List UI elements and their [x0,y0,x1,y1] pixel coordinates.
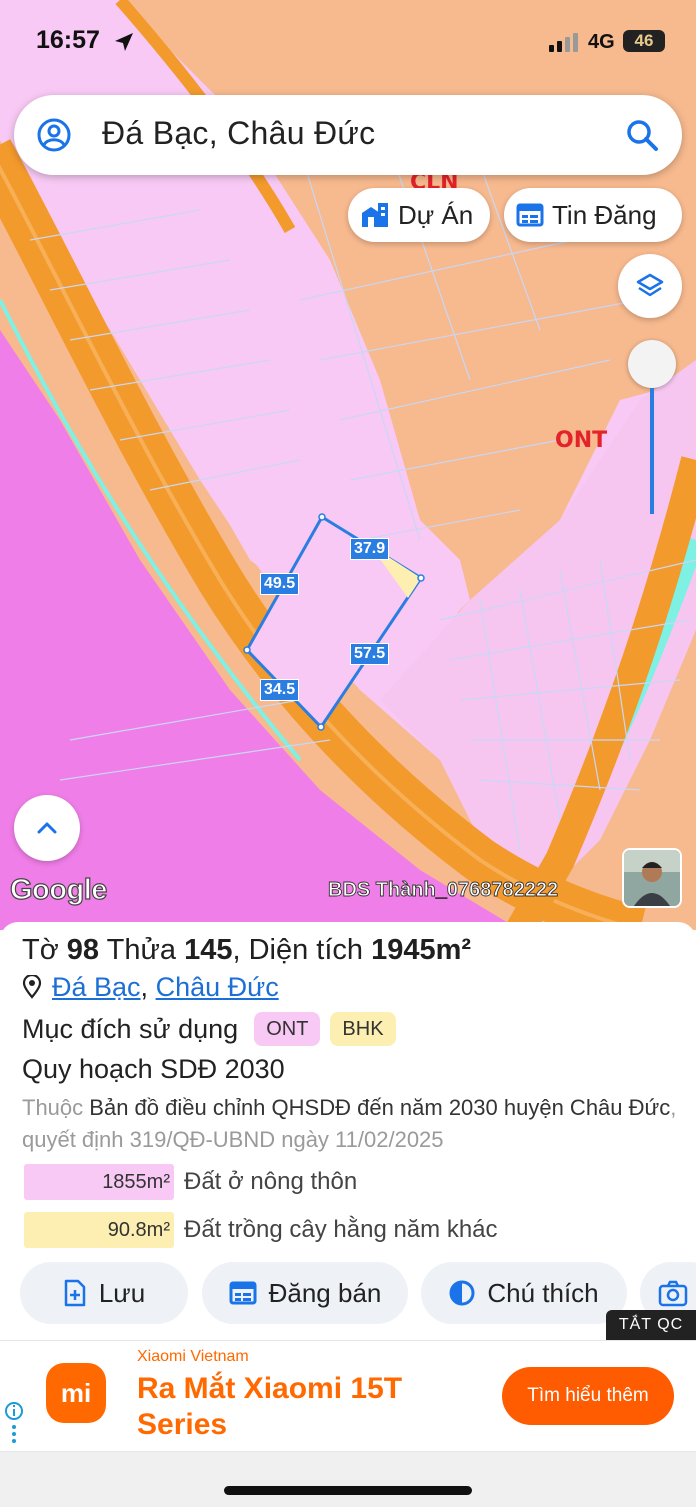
listings-icon [516,203,544,227]
status-time: 16:57 [36,26,100,54]
area-value: 1855m² [24,1164,174,1200]
user-icon[interactable] [36,117,72,153]
home-indicator[interactable] [224,1486,472,1495]
avatar-image [624,850,680,906]
parcel-area: 1945m² [371,934,472,966]
ad-info-icon[interactable] [4,1401,24,1445]
chevron-up-icon [37,822,57,834]
plan-description: Thuộc Bản đồ điều chỉnh QHSDĐ đến năm 20… [22,1092,682,1156]
commune-link[interactable]: Đá Bạc [52,972,141,1002]
legend-label: Chú thích [487,1277,599,1308]
listings-label: Tin Đăng [552,199,657,230]
layers-icon [636,273,664,297]
map-view[interactable]: CLN ONT 37.9 49.5 57.5 34.5 16:57 4G 46 … [0,0,696,930]
parcel-info-sheet: Tờ 98 Thửa 145, Diện tích 1945m² Đá Bạc,… [0,922,696,1342]
search-icon[interactable] [624,117,660,153]
area-label: Đất ở nông thôn [184,1168,358,1195]
location-arrow-icon [115,33,133,51]
save-button[interactable]: Lưu [20,1262,188,1324]
address-separator: , [140,972,149,1002]
land-use-tag-bhk: BHK [330,1012,396,1046]
legend-button[interactable]: Chú thích [421,1262,627,1324]
sheet-number: 98 [66,934,100,966]
action-bar: Lưu Đăng bán Chú thích [0,1262,696,1326]
post-label: Đăng bán [268,1277,382,1308]
contrast-icon [449,1280,475,1306]
dimension-label: 49.5 [260,573,300,595]
area-breakdown-row: 1855m² Đất ở nông thôn [24,1164,357,1200]
land-use-tag-ont: ONT [254,1012,321,1046]
post-for-sale-button[interactable]: Đăng bán [202,1262,408,1324]
search-input[interactable]: Đá Bạc, Châu Đức [102,115,375,152]
parcel-number: 145 [184,934,233,966]
ad-brand: Xiaomi Vietnam [137,1348,249,1365]
signal-icon [549,33,578,52]
disable-ads-button[interactable]: TẮT QC [606,1310,696,1340]
dimension-label: 37.9 [350,538,390,560]
area-label: Đất trồng cây hằng năm khác [184,1216,498,1243]
district-link[interactable]: Châu Đức [156,972,279,1002]
projects-button[interactable]: Dự Án [348,188,490,242]
battery-level: 46 [634,31,654,50]
listings-button[interactable]: Tin Đăng [504,188,682,242]
watermark-text: BDS Thành_0768782222 [328,879,559,902]
layers-button[interactable] [618,254,682,318]
parcel-title: Tờ 98 Thửa 145, Diện tích 1945m² [22,934,472,966]
listing-icon [229,1281,257,1305]
ad-headline[interactable]: Ra Mắt Xiaomi 15T Series [137,1371,467,1443]
land-use-purpose: Mục đích sử dụng ONT BHK [22,1012,396,1046]
parcel-label: Thửa [106,934,176,966]
xiaomi-logo: mi [46,1363,106,1423]
dimension-label: 57.5 [350,643,390,665]
opacity-slider-track[interactable] [650,388,654,514]
save-label: Lưu [98,1277,146,1308]
battery-indicator: 46 [623,30,665,52]
dimension-label: 34.5 [260,679,300,701]
google-logo: Google [9,873,108,906]
projects-label: Dự Án [398,199,474,230]
opacity-slider-handle[interactable] [628,340,676,388]
network-type: 4G [588,31,615,53]
ad-cta-button[interactable]: Tìm hiểu thêm [502,1367,674,1425]
ad-banner[interactable]: mi Xiaomi Vietnam Ra Mắt Xiaomi 15T Seri… [0,1340,696,1452]
area-label: Diện tích [248,934,364,966]
sheet-label: Tờ [22,934,59,966]
bottom-bar [0,1452,696,1507]
status-bar: 16:57 4G 46 [0,0,696,84]
building-icon [362,203,388,227]
avatar[interactable] [622,848,682,908]
area-value: 90.8m² [24,1212,174,1248]
zone-label-ont: ONT [555,428,608,453]
search-bar[interactable]: Đá Bạc, Châu Đức [14,95,682,175]
area-breakdown-row: 90.8m² Đất trồng cây hằng năm khác [24,1212,498,1248]
location-pin-icon [22,975,42,999]
plan-document: Bản đồ điều chỉnh QHSDĐ đến năm 2030 huy… [89,1095,671,1120]
plan-title: Quy hoạch SDĐ 2030 [22,1054,285,1084]
expand-up-button[interactable] [14,795,80,861]
plan-prefix: Thuộc [22,1095,84,1120]
purpose-label: Mục đích sử dụng [22,1013,239,1044]
parcel-address: Đá Bạc, Châu Đức [22,972,279,1003]
camera-icon [658,1280,688,1307]
save-doc-icon [64,1279,86,1307]
